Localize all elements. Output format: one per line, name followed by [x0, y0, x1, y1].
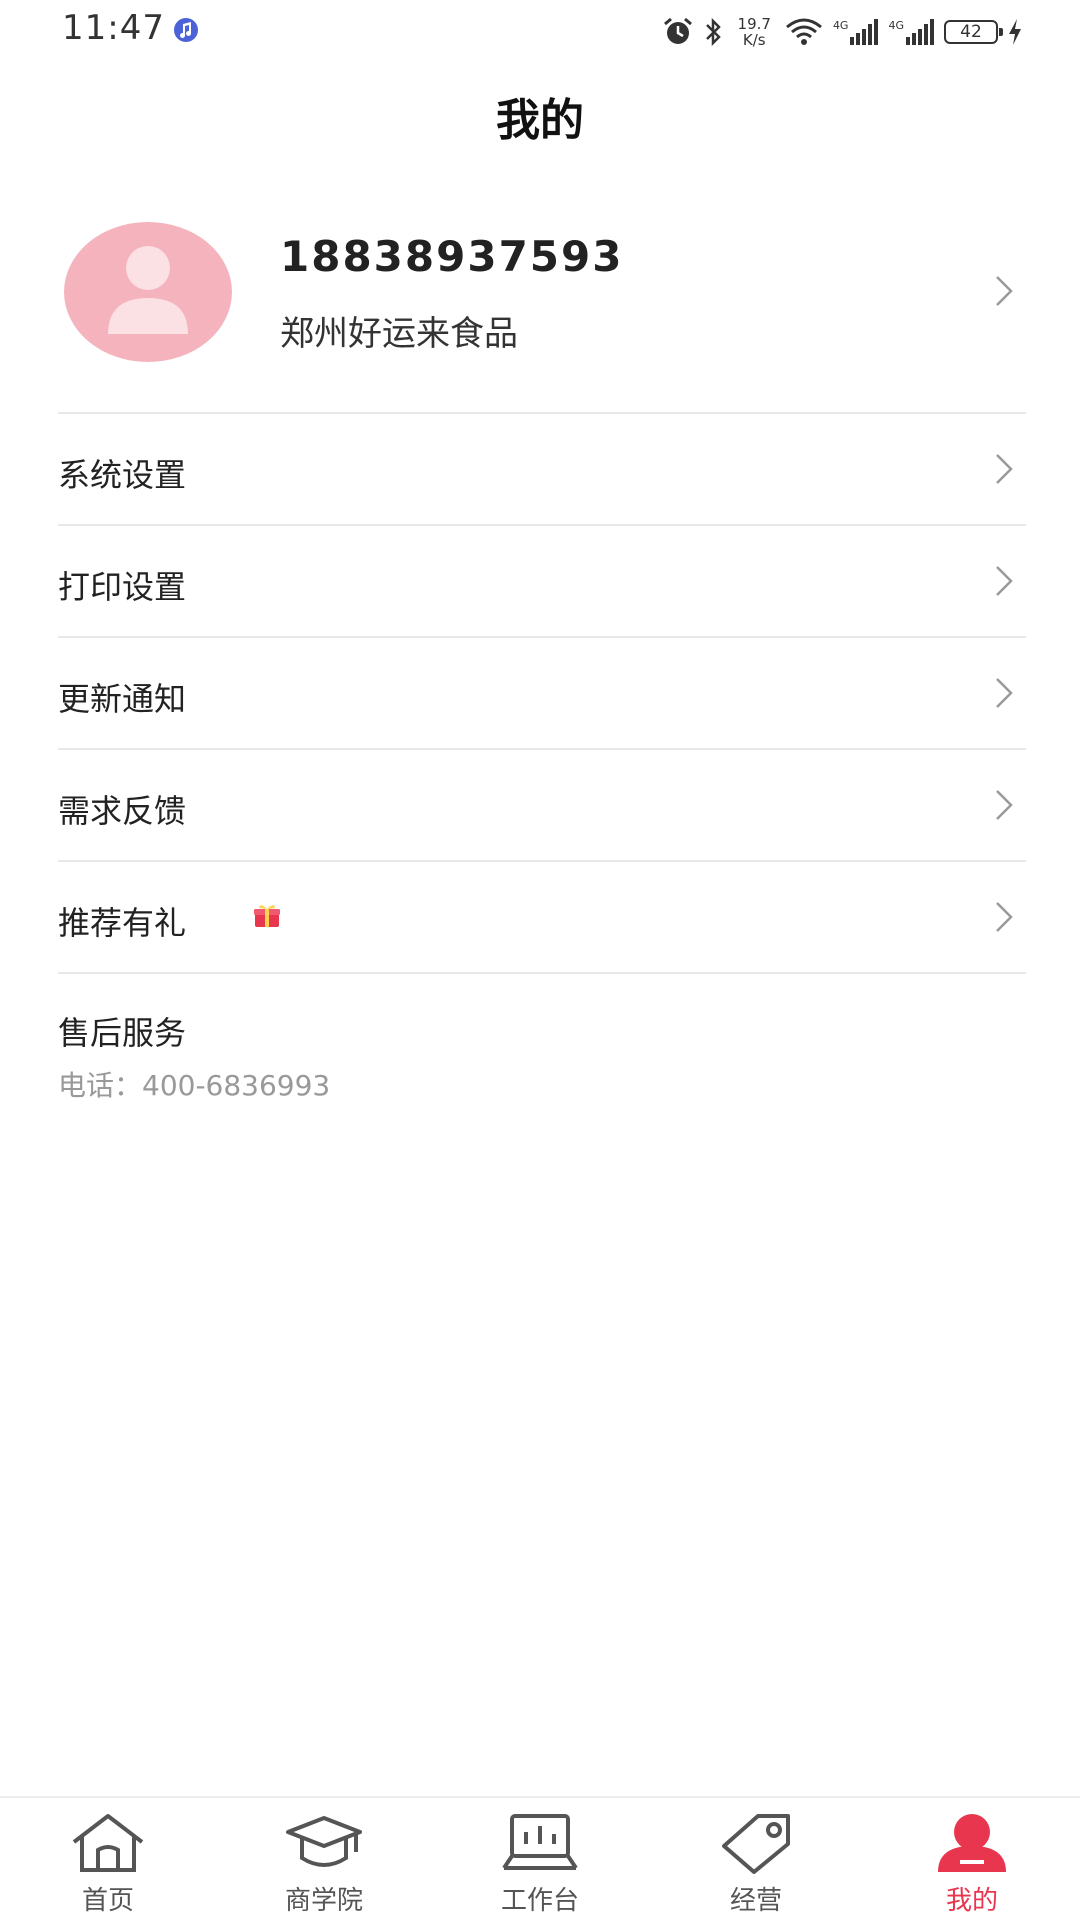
- settings-menu: 系统设置 打印设置 更新通知 需求反馈 推荐有礼: [58, 412, 1026, 974]
- menu-item-feedback[interactable]: 需求反馈: [58, 750, 1026, 862]
- status-icons: 19.7 K/s 4G 4G 42: [662, 12, 1022, 52]
- alarm-icon: [663, 17, 692, 44]
- chevron-right-icon: [996, 276, 1013, 306]
- status-bar: 11:47 19.7 K/s 4G 4G 42: [0, 0, 1080, 64]
- profile-company: 郑州好运来食品: [280, 314, 518, 354]
- tab-label: 经营: [729, 1886, 782, 1916]
- gift-icon: [254, 905, 280, 927]
- menu-item-label: 打印设置: [58, 568, 187, 606]
- after-sale-title: 售后服务: [58, 1014, 187, 1052]
- profile-phone: 18838937593: [280, 232, 624, 281]
- tab-label: 工作台: [500, 1886, 579, 1916]
- chevron-right-icon: [996, 566, 1013, 596]
- status-time: 11:47: [62, 8, 165, 48]
- tab-home[interactable]: 首页: [0, 1798, 216, 1922]
- signal-sim1: 4G: [833, 19, 879, 45]
- bottom-tab-bar: 首页 商学院 工作台 经营 我的: [0, 1796, 1080, 1922]
- tag-icon: [722, 1814, 790, 1874]
- chevron-right-icon: [996, 902, 1013, 932]
- graduation-cap-icon: [286, 1816, 362, 1867]
- music-notification-icon: [174, 18, 198, 42]
- menu-item-label: 推荐有礼: [58, 904, 187, 942]
- menu-item-update-notice[interactable]: 更新通知: [58, 638, 1026, 750]
- signal-sim2: 4G: [888, 19, 934, 45]
- battery-indicator: 42: [944, 20, 1003, 44]
- tab-mine[interactable]: 我的: [864, 1798, 1080, 1922]
- wifi-icon: [785, 18, 822, 45]
- menu-item-system-settings[interactable]: 系统设置: [58, 414, 1026, 526]
- menu-item-label: 更新通知: [58, 680, 187, 718]
- after-sale-section: 售后服务 电话：400-6836993: [58, 1008, 330, 1104]
- menu-item-label: 需求反馈: [58, 792, 187, 830]
- user-icon: [938, 1814, 1006, 1872]
- signal-bars-icon: [850, 19, 879, 45]
- charging-icon: [1009, 19, 1021, 45]
- chevron-right-icon: [996, 678, 1013, 708]
- menu-item-label: 系统设置: [58, 456, 187, 494]
- workbench-icon: [502, 1814, 578, 1870]
- home-icon: [72, 1814, 144, 1872]
- menu-item-print-settings[interactable]: 打印设置: [58, 526, 1026, 638]
- chevron-right-icon: [996, 454, 1013, 484]
- chevron-right-icon: [996, 790, 1013, 820]
- after-sale-phone[interactable]: 电话：400-6836993: [58, 1064, 330, 1104]
- menu-item-referral-gift[interactable]: 推荐有礼: [58, 862, 1026, 974]
- tab-workbench[interactable]: 工作台: [432, 1798, 648, 1922]
- tab-label: 我的: [945, 1886, 998, 1916]
- page-title: 我的: [496, 95, 584, 146]
- tab-label: 商学院: [284, 1886, 363, 1916]
- user-silhouette-icon: [108, 246, 188, 334]
- avatar: [64, 222, 232, 362]
- tab-label: 首页: [81, 1886, 134, 1916]
- network-speed: 19.7 K/s: [737, 15, 771, 49]
- signal-bars-icon: [906, 19, 934, 45]
- bluetooth-icon: [705, 17, 721, 47]
- profile-card[interactable]: 18838937593 郑州好运来食品: [58, 210, 1026, 410]
- tab-business[interactable]: 经营: [648, 1798, 864, 1922]
- tab-academy[interactable]: 商学院: [216, 1798, 432, 1922]
